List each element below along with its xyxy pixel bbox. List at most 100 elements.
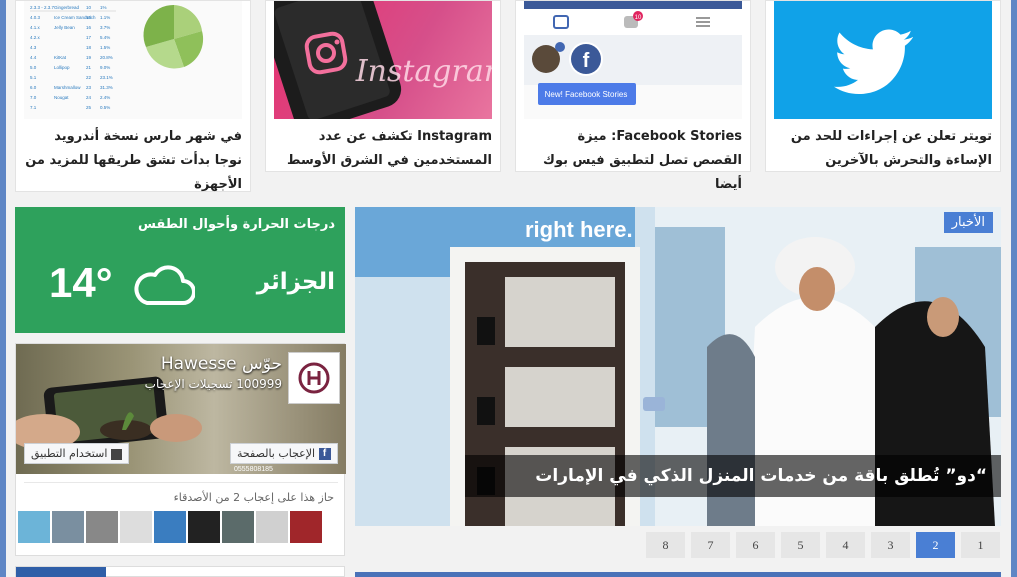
android-table-cell: 4.0.3 [30, 15, 41, 20]
news-slider[interactable]: right here. الأخبار “دو” تُطلق باقة من خ… [355, 207, 1001, 526]
weather-temp: 14° [49, 259, 113, 306]
android-table-cell: 1.5% [100, 45, 110, 50]
friends-likes-text: حاز هذا على إعجاب 2 من الأصدقاء [173, 491, 334, 504]
page-button-6[interactable]: 6 [736, 532, 775, 558]
facebook-app-screenshot: 10 f New! Facebook Stories [524, 1, 742, 119]
article-card-android[interactable]: 2.3.3 - 2.3.7 Gingerbread 10 1% 4.0.3 Ice Cre… [15, 0, 251, 192]
article-thumb[interactable]: Instagram [274, 1, 492, 119]
article-card-twitter[interactable]: تويتر تعلن عن إجراءات للحد من الإساءة وا… [765, 0, 1001, 172]
android-table-cell: 9.0% [100, 65, 110, 70]
android-table-cell: 0.5% [100, 105, 110, 110]
page-button-5[interactable]: 5 [781, 532, 820, 558]
slider-headline[interactable]: “دو” تُطلق باقة من خدمات المنزل الذكي في… [465, 455, 1001, 497]
friend-avatar[interactable] [222, 511, 254, 543]
article-thumb[interactable]: 2.3.3 - 2.3.7 Gingerbread 10 1% 4.0.3 Ice Cre… [24, 1, 242, 119]
friend-avatar[interactable] [52, 511, 84, 543]
weather-title: درجات الحرارة وأحوال الطقس [138, 217, 335, 232]
page: تويتر تعلن عن إجراءات للحد من الإساءة وا… [6, 0, 1011, 577]
android-table-cell: Jelly Bean [54, 25, 75, 30]
page-button-2[interactable]: 2 [916, 532, 955, 558]
android-table-cell: Lollipop [54, 65, 70, 70]
svg-text:f: f [583, 50, 590, 72]
weather-widget: درجات الحرارة وأحوال الطقس الجزائر 14° [15, 207, 345, 333]
android-table-cell: 31.3% [100, 85, 113, 90]
android-table-cell: 4.3 [30, 45, 37, 50]
store-sign-text: right here. [525, 217, 633, 242]
android-table-cell: 16 [86, 25, 92, 30]
android-table-cell: 23.1% [100, 75, 113, 80]
page-button-4[interactable]: 4 [826, 532, 865, 558]
android-table-cell: 6.0 [30, 85, 37, 90]
android-table-cell: 22 [86, 75, 92, 80]
android-table-cell: 5.0 [30, 65, 37, 70]
facebook-page-widget: Hawesse حوّس 100999 تسجيلات الإعجاب f ال… [15, 343, 346, 556]
android-table-cell: 10 [86, 5, 92, 10]
facebook-f-icon: f [318, 448, 331, 460]
android-table-cell: 17 [86, 35, 92, 40]
android-table-cell: 7.1 [30, 105, 37, 110]
page-button-8[interactable]: 8 [646, 532, 685, 558]
article-title[interactable]: تويتر تعلن عن إجراءات للحد من الإساءة وا… [774, 125, 992, 173]
android-table-cell: 19 [86, 55, 92, 60]
section-header-bar [355, 572, 1001, 577]
twitter-bird-icon [834, 29, 913, 95]
widget-tab-active[interactable] [16, 567, 106, 577]
android-table-cell: 1.1% [100, 15, 110, 20]
android-table-cell: KitKat [54, 55, 67, 60]
svg-text:10: 10 [635, 15, 642, 21]
facebook-cover-photo[interactable]: Hawesse حوّس 100999 تسجيلات الإعجاب f ال… [16, 344, 346, 474]
android-table-cell: 5.4% [100, 35, 110, 40]
android-table-cell: 5.1 [30, 75, 37, 80]
friend-avatar[interactable] [86, 511, 118, 543]
facebook-page-name[interactable]: Hawesse حوّس [161, 354, 282, 374]
android-distribution-chart: 2.3.3 - 2.3.7 Gingerbread 10 1%4.0.3 Ice Cre… [30, 4, 204, 110]
android-table-cell: 4.1.x [30, 25, 41, 30]
friend-avatar[interactable] [188, 511, 220, 543]
android-table-cell: Marshmallow [54, 85, 81, 90]
friend-avatar[interactable] [290, 511, 322, 543]
article-title[interactable]: في شهر مارس نسخة أندرويد نوجا بدأت تشق ط… [24, 125, 242, 197]
android-table-cell: 4.2.x [30, 35, 41, 40]
widget-tabs [15, 566, 345, 577]
android-table-cell: 7.0 [30, 95, 37, 100]
fb-stories-tooltip: New! Facebook Stories [545, 90, 628, 99]
android-table-cell: 24 [86, 95, 92, 100]
cloud-icon [134, 265, 195, 305]
android-table-cell: 3.7% [100, 25, 110, 30]
article-title[interactable]: Facebook Stories: ميزة القصص تصل لتطبيق … [524, 125, 742, 197]
weather-city: الجزائر [256, 269, 335, 295]
friend-avatar[interactable] [120, 511, 152, 543]
article-title[interactable]: Instagram تكشف عن عدد المستخدمين في الشر… [274, 125, 492, 173]
article-card-instagram[interactable]: Instagram Instagram تكشف عن عدد المستخدم… [265, 0, 501, 172]
android-table-cell: 21 [86, 65, 92, 70]
friend-avatar[interactable] [154, 511, 186, 543]
slider-pager: 1 2 3 4 5 6 7 8 [646, 532, 1001, 558]
android-table-cell: 1% [100, 5, 107, 10]
android-table-cell: Gingerbread [54, 5, 80, 10]
android-table-cell: 23 [86, 85, 92, 90]
like-page-button[interactable]: f الإعجاب بالصفحة [230, 443, 338, 464]
category-badge[interactable]: الأخبار [943, 212, 993, 233]
page-button-3[interactable]: 3 [871, 532, 910, 558]
instagram-wordmark: Instagram [355, 54, 492, 89]
instagram-phone-photo: Instagram [274, 1, 492, 119]
use-app-button[interactable]: استخدام التطبيق [24, 443, 129, 464]
facebook-likes-count: 100999 تسجيلات الإعجاب [144, 377, 282, 391]
android-table-cell: 2.3.3 - 2.3.7 [30, 5, 55, 10]
android-table-cell: 20.8% [100, 55, 113, 60]
article-card-facebook-stories[interactable]: 10 f New! Facebook Stories Facebook Stor… [515, 0, 751, 192]
cube-icon [110, 448, 122, 460]
page-button-7[interactable]: 7 [691, 532, 730, 558]
article-thumb[interactable]: 10 f New! Facebook Stories [524, 1, 742, 119]
hawesse-logo-icon [298, 362, 330, 394]
friend-avatar[interactable] [18, 511, 50, 543]
page-button-1[interactable]: 1 [961, 532, 1000, 558]
android-table-cell: 15 [86, 15, 92, 20]
page-logo[interactable] [288, 352, 340, 404]
friend-avatar[interactable] [256, 511, 288, 543]
android-table-cell: Nougat [54, 95, 69, 100]
cover-phone: 0555808185 [234, 466, 273, 473]
article-thumb[interactable] [774, 1, 992, 119]
android-table-cell: 18 [86, 45, 92, 50]
friends-likes: حاز هذا على إعجاب 2 من الأصدقاء [18, 482, 338, 548]
